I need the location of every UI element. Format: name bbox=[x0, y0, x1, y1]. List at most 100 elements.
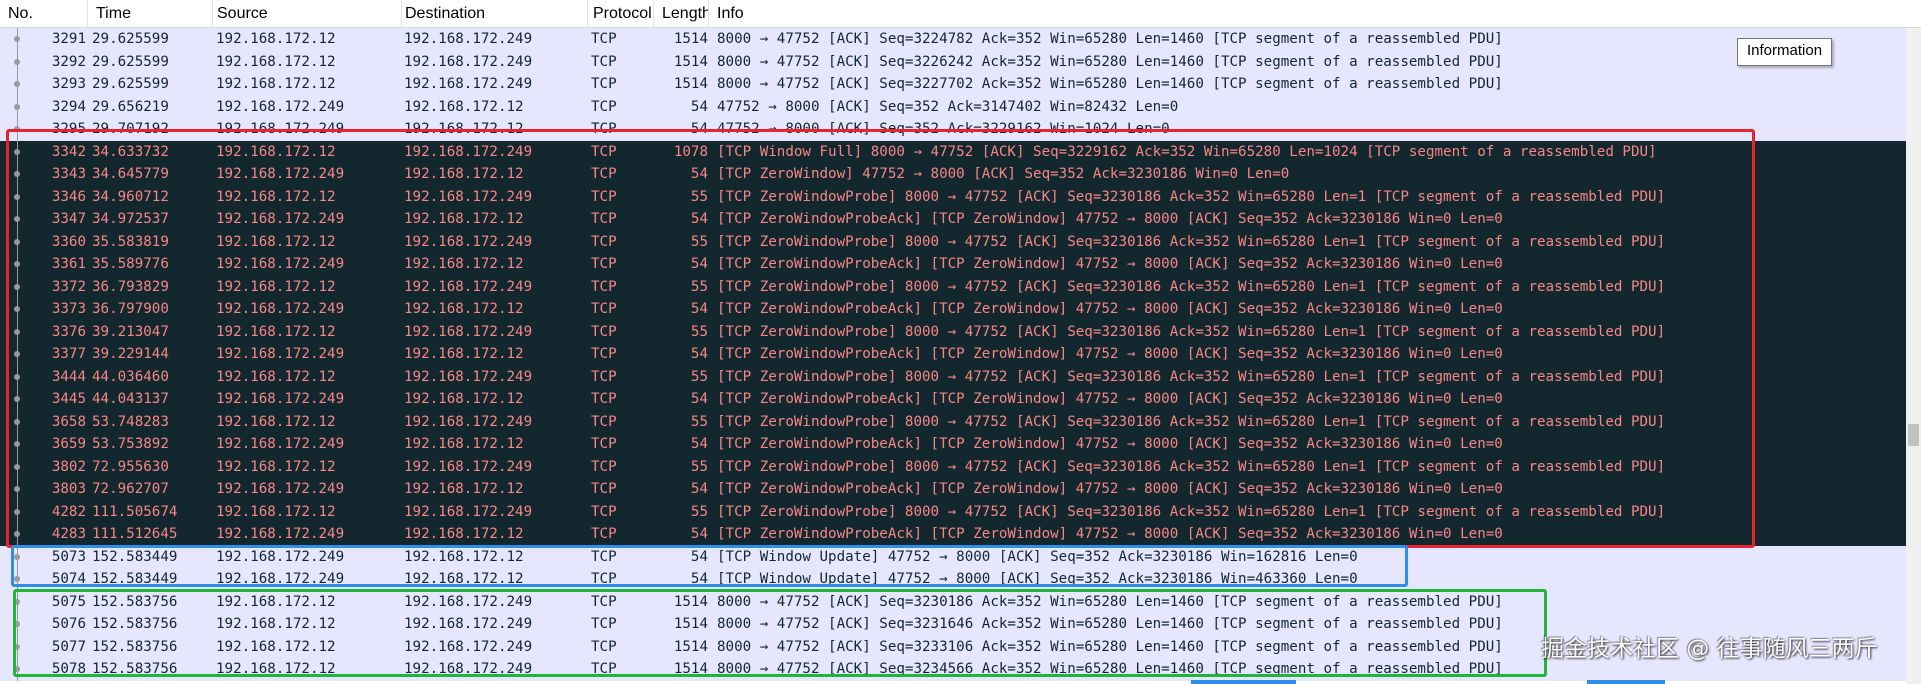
cell-source: 192.168.172.12 bbox=[216, 503, 336, 520]
cell-destination: 192.168.172.12 bbox=[404, 391, 524, 407]
packet-row[interactable]: 3360 35.583819 192.168.172.12 192.168.172.2… bbox=[0, 230, 1921, 253]
cell-source: 192.168.172.12 bbox=[216, 143, 336, 160]
packet-row[interactable]: 4283 111.512645 192.168.172.249 192.168.172… bbox=[0, 523, 1921, 546]
cell-no: 3377 bbox=[51, 346, 86, 362]
cell-no: 5076 bbox=[51, 616, 86, 632]
packet-row[interactable]: 3293 29.625599 192.168.172.12 192.168.172.2… bbox=[0, 73, 1921, 96]
cell-source: 192.168.172.12 bbox=[216, 76, 336, 92]
packet-row[interactable]: 5074 152.583449 192.168.172.249 192.168.172… bbox=[0, 568, 1921, 591]
packet-row[interactable]: 3347 34.972537 192.168.172.249 192.168.172.… bbox=[0, 208, 1921, 231]
packet-row[interactable]: 3343 34.645779 192.168.172.249 192.168.172.… bbox=[0, 163, 1921, 186]
cell-info: 8000 → 47752 [ACK] Seq=3227702 Ack=352 W… bbox=[717, 76, 1503, 92]
packet-row[interactable]: 3342 34.633732 192.168.172.12 192.168.172.2… bbox=[0, 140, 1921, 163]
info-column-tooltip: Information bbox=[1737, 38, 1833, 66]
cell-destination: 192.168.172.249 bbox=[404, 368, 533, 385]
cell-protocol: TCP bbox=[591, 571, 617, 587]
packet-row[interactable]: 3377 39.229144 192.168.172.249 192.168.172.… bbox=[0, 343, 1921, 366]
packet-row[interactable]: 3361 35.589776 192.168.172.249 192.168.172.… bbox=[0, 253, 1921, 276]
cell-info: [TCP ZeroWindowProbe] 8000 → 47752 [ACK]… bbox=[717, 278, 1666, 295]
cell-length: 54 bbox=[690, 391, 708, 407]
cell-source: 192.168.172.12 bbox=[216, 323, 336, 340]
packet-list: 3291 29.625599 192.168.172.12 192.168.172.2… bbox=[0, 28, 1921, 681]
cell-time: 29.656219 bbox=[92, 98, 169, 115]
cell-no: 3361 bbox=[51, 256, 86, 272]
cell-source: 192.168.172.249 bbox=[216, 166, 345, 182]
scrollbar-thumb[interactable] bbox=[1908, 424, 1919, 446]
cell-no: 3802 bbox=[51, 458, 86, 475]
packet-list-header: No. Time Source Destination Protocol Len… bbox=[0, 0, 1921, 28]
vertical-scrollbar[interactable] bbox=[1906, 28, 1921, 684]
cell-info: [TCP ZeroWindowProbeAck] [TCP ZeroWindow… bbox=[717, 301, 1503, 317]
cell-destination: 192.168.172.249 bbox=[404, 76, 533, 92]
cell-protocol: TCP bbox=[591, 391, 617, 407]
column-header-destination[interactable]: Destination bbox=[397, 0, 588, 27]
packet-row[interactable]: 3445 44.043137 192.168.172.249 192.168.172.… bbox=[0, 388, 1921, 411]
column-header-no[interactable]: No. bbox=[0, 0, 88, 27]
cell-info: [TCP ZeroWindowProbe] 8000 → 47752 [ACK]… bbox=[717, 323, 1666, 340]
cell-info: [TCP Window Update] 47752 → 8000 [ACK] S… bbox=[717, 548, 1358, 565]
cell-destination: 192.168.172.12 bbox=[404, 211, 524, 227]
cell-destination: 192.168.172.249 bbox=[404, 278, 533, 295]
cell-info: [TCP ZeroWindowProbeAck] [TCP ZeroWindow… bbox=[717, 256, 1503, 272]
cell-info: [TCP Window Full] 8000 → 47752 [ACK] Seq… bbox=[717, 143, 1657, 160]
column-header-protocol[interactable]: Protocol bbox=[585, 0, 654, 27]
packet-row[interactable]: 3444 44.036460 192.168.172.12 192.168.172.2… bbox=[0, 365, 1921, 388]
cell-length: 55 bbox=[690, 188, 708, 205]
cell-time: 72.962707 bbox=[92, 481, 169, 497]
cell-info: [TCP ZeroWindowProbe] 8000 → 47752 [ACK]… bbox=[717, 503, 1666, 520]
cell-length: 55 bbox=[690, 278, 708, 295]
packet-row[interactable]: 3803 72.962707 192.168.172.249 192.168.172.… bbox=[0, 478, 1921, 501]
packet-row[interactable]: 3295 29.707192 192.168.172.249 192.168.172.… bbox=[0, 118, 1921, 141]
cell-no: 3343 bbox=[51, 166, 86, 182]
cell-protocol: TCP bbox=[591, 503, 617, 520]
cell-destination: 192.168.172.249 bbox=[404, 503, 533, 520]
packet-row[interactable]: 5073 152.583449 192.168.172.249 192.168.172… bbox=[0, 545, 1921, 568]
packet-row[interactable]: 3376 39.213047 192.168.172.12 192.168.172.2… bbox=[0, 320, 1921, 343]
cell-source: 192.168.172.249 bbox=[216, 98, 345, 115]
cell-time: 29.625599 bbox=[92, 76, 169, 92]
cell-time: 152.583449 bbox=[92, 548, 178, 565]
column-header-time[interactable]: Time bbox=[88, 0, 213, 27]
cell-no: 3658 bbox=[51, 413, 86, 430]
packet-row[interactable]: 3292 29.625599 192.168.172.12 192.168.172.2… bbox=[0, 50, 1921, 73]
cell-info: 47752 → 8000 [ACK] Seq=352 Ack=3229162 W… bbox=[717, 121, 1170, 137]
column-header-length[interactable]: Length bbox=[654, 0, 709, 27]
cell-time: 35.583819 bbox=[92, 233, 169, 250]
cell-source: 192.168.172.249 bbox=[216, 548, 345, 565]
cell-destination: 192.168.172.249 bbox=[404, 661, 533, 677]
packet-row[interactable]: 4282 111.505674 192.168.172.12 192.168.172.… bbox=[0, 500, 1921, 523]
cell-time: 29.707192 bbox=[92, 121, 169, 137]
cell-source: 192.168.172.12 bbox=[216, 593, 336, 610]
packet-row[interactable]: 3294 29.656219 192.168.172.249 192.168.172.… bbox=[0, 95, 1921, 118]
cell-source: 192.168.172.249 bbox=[216, 301, 345, 317]
cell-destination: 192.168.172.249 bbox=[404, 233, 533, 250]
cell-protocol: TCP bbox=[591, 256, 617, 272]
packet-row[interactable]: 3373 36.797900 192.168.172.249 192.168.172.… bbox=[0, 298, 1921, 321]
cell-info: [TCP ZeroWindowProbe] 8000 → 47752 [ACK]… bbox=[717, 233, 1666, 250]
cell-length: 1514 bbox=[673, 31, 708, 47]
cell-destination: 192.168.172.249 bbox=[404, 616, 533, 632]
packet-row[interactable]: 3372 36.793829 192.168.172.12 192.168.172.2… bbox=[0, 275, 1921, 298]
cell-protocol: TCP bbox=[591, 661, 617, 677]
cell-time: 36.793829 bbox=[92, 278, 169, 295]
cell-no: 5075 bbox=[51, 593, 86, 610]
cell-destination: 192.168.172.249 bbox=[404, 323, 533, 340]
packet-row[interactable]: 3291 29.625599 192.168.172.12 192.168.172.2… bbox=[0, 28, 1921, 51]
packet-row[interactable]: 3658 53.748283 192.168.172.12 192.168.172.2… bbox=[0, 410, 1921, 433]
cell-protocol: TCP bbox=[591, 616, 617, 632]
packet-row[interactable]: 5075 152.583756 192.168.172.12 192.168.172.… bbox=[0, 590, 1921, 613]
packet-row[interactable]: 3346 34.960712 192.168.172.12 192.168.172.2… bbox=[0, 185, 1921, 208]
cell-time: 34.645779 bbox=[92, 166, 169, 182]
cell-length: 54 bbox=[690, 548, 708, 565]
column-header-info[interactable]: Info bbox=[709, 0, 1906, 27]
cell-time: 152.583756 bbox=[92, 593, 178, 610]
cell-source: 192.168.172.249 bbox=[216, 256, 345, 272]
packet-row[interactable]: 3802 72.955630 192.168.172.12 192.168.172.2… bbox=[0, 455, 1921, 478]
watermark: 掘金技术社区 @ 往事随风三两斤 bbox=[1541, 636, 1878, 662]
cell-info: [TCP ZeroWindow] 47752 → 8000 [ACK] Seq=… bbox=[717, 166, 1290, 182]
cell-length: 54 bbox=[690, 526, 708, 542]
cell-info: [TCP ZeroWindowProbe] 8000 → 47752 [ACK]… bbox=[717, 188, 1666, 205]
cell-source: 192.168.172.249 bbox=[216, 481, 345, 497]
packet-row[interactable]: 3659 53.753892 192.168.172.249 192.168.172.… bbox=[0, 433, 1921, 456]
column-header-source[interactable]: Source bbox=[209, 0, 402, 27]
